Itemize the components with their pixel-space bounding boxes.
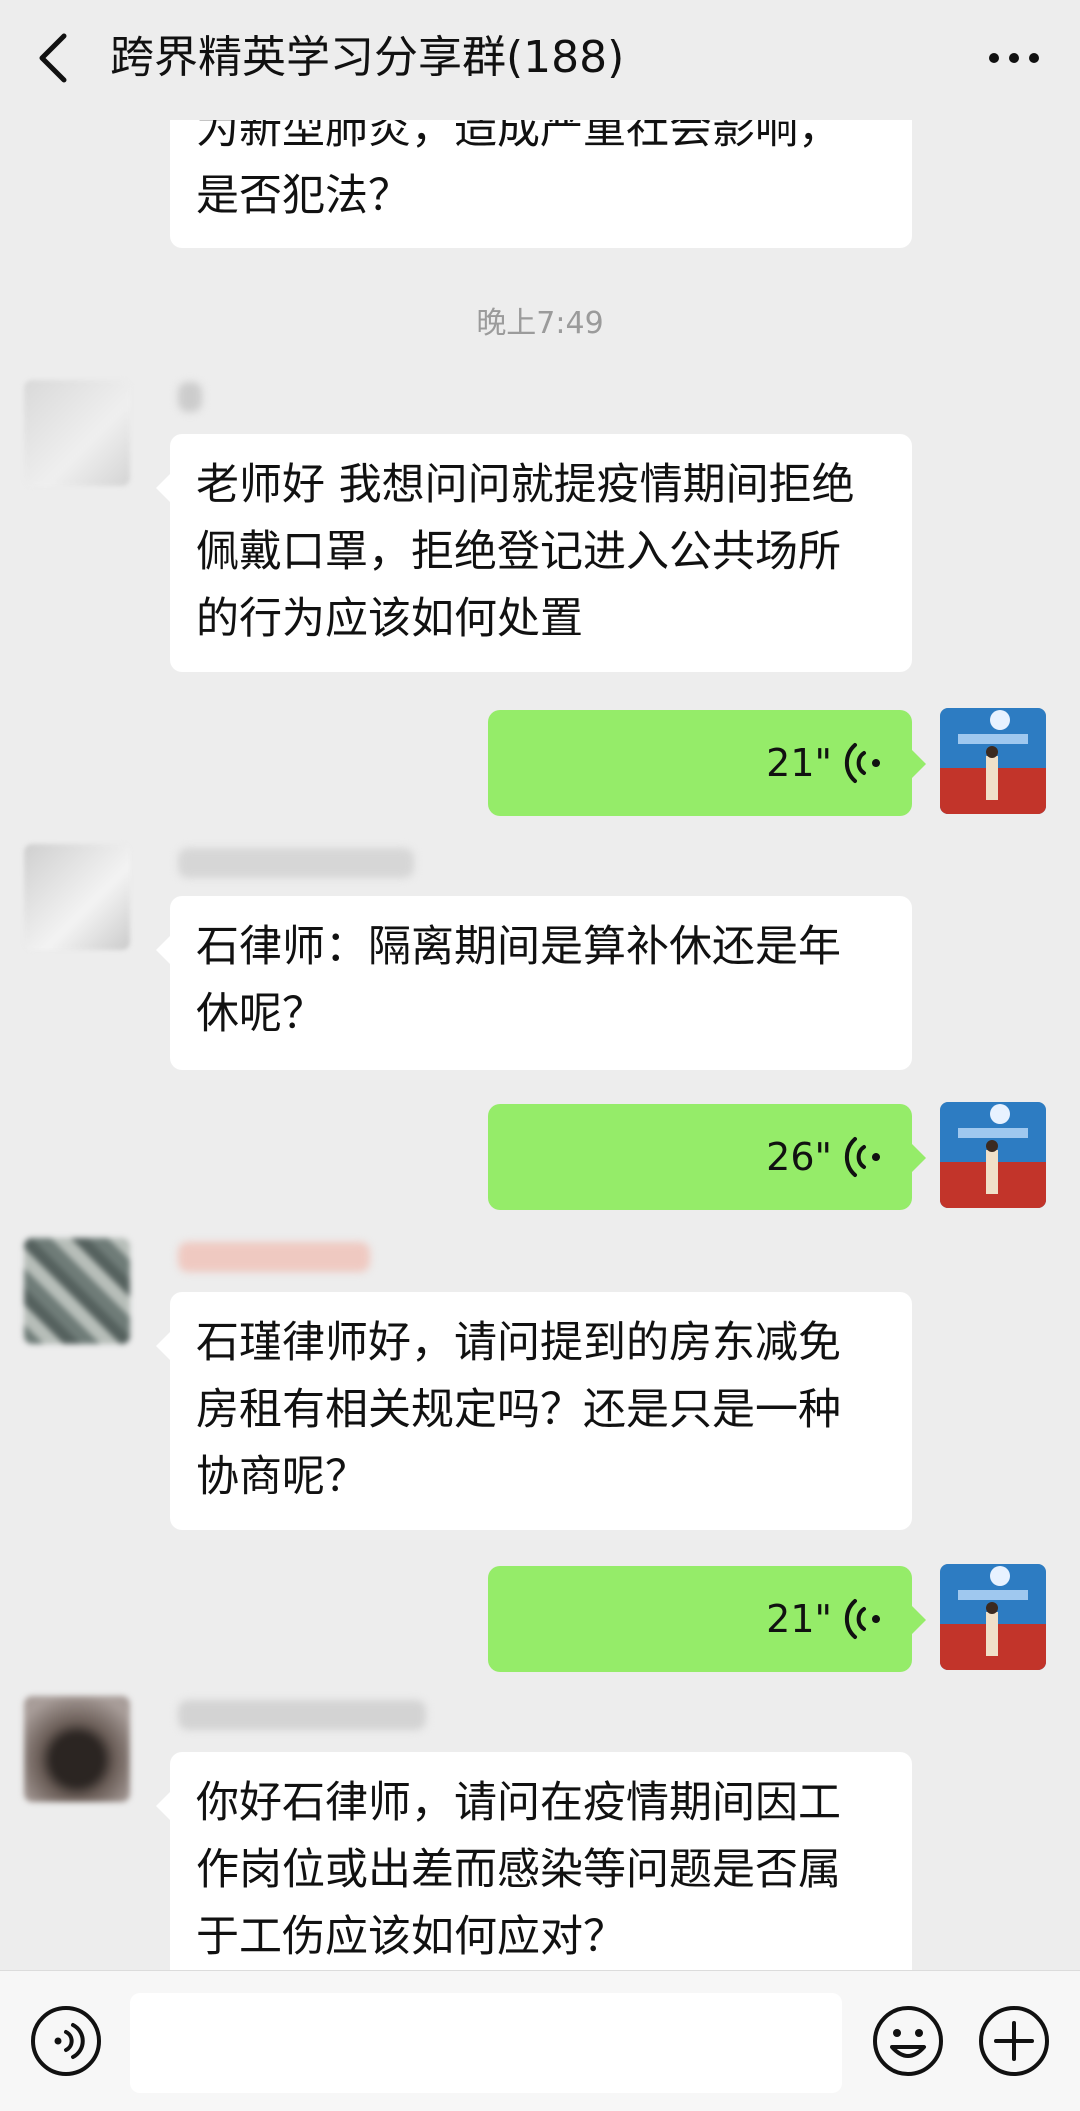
chevron-left-icon: [39, 33, 67, 83]
avatar-photo-icon: [940, 708, 1046, 814]
sender-nickname: [178, 1700, 426, 1730]
message-line: 作岗位或出差而感染等问题是否属: [196, 1845, 841, 1895]
message-list[interactable]: 为新型肺炎，造成严重社会影响， 是否犯法？ 晚上7:49 老师好 我想问问就提疫…: [0, 120, 1080, 1970]
bubble-tail: [156, 1332, 170, 1360]
voice-wave-icon: [844, 743, 880, 783]
message-line: 是否犯法？: [196, 171, 411, 221]
avatar[interactable]: [24, 1696, 130, 1802]
self-avatar[interactable]: [940, 1102, 1046, 1208]
plus-icon: [979, 2006, 1049, 2076]
more-functions-button[interactable]: [976, 2003, 1052, 2079]
message-bubble[interactable]: 石瑾律师好，请问提到的房东减免 房租有相关规定吗？还是只是一种 协商呢？: [156, 1292, 912, 1530]
message-line: 你好石律师，请问在疫情期间因工: [196, 1778, 841, 1828]
message-input[interactable]: [130, 1993, 842, 2093]
message-line: 佩戴口罩，拒绝登记进入公共场所: [196, 527, 841, 577]
message-line: 于工伤应该如何应对？: [196, 1912, 626, 1962]
message-bubble[interactable]: 石律师：隔离期间是算补休还是年 休呢？: [156, 896, 912, 1070]
message-line: 石瑾律师好，请问提到的房东减免: [196, 1318, 841, 1368]
chat-header: 跨界精英学习分享群(188): [0, 0, 1080, 120]
avatar[interactable]: [24, 844, 130, 950]
message-line: 房租有相关规定吗？还是只是一种: [196, 1385, 841, 1435]
sender-nickname: [178, 848, 414, 878]
message-line: 为新型肺炎，造成严重社会影响，: [196, 120, 841, 154]
self-avatar[interactable]: [940, 708, 1046, 814]
voice-duration: 21": [766, 1597, 832, 1641]
chat-title: 跨界精英学习分享群(188): [110, 32, 625, 83]
message-line: 休呢？: [196, 989, 325, 1039]
avatar-photo-icon: [940, 1102, 1046, 1208]
bubble-tail: [912, 750, 926, 778]
message-timestamp: 晚上7:49: [476, 306, 604, 341]
voice-wave-icon: [844, 1137, 880, 1177]
sender-nickname: [178, 1242, 370, 1272]
voice-message[interactable]: 21": [488, 1566, 926, 1672]
chat-input-bar: [0, 1970, 1080, 2111]
back-button[interactable]: [30, 30, 80, 86]
message-line: 协商呢？: [196, 1452, 368, 1502]
voice-wave-icon: [844, 1599, 880, 1639]
voice-message[interactable]: 21": [488, 710, 926, 816]
voice-duration: 26": [766, 1135, 832, 1179]
bubble-tail: [156, 936, 170, 964]
self-avatar[interactable]: [940, 1564, 1046, 1670]
message-bubble[interactable]: 为新型肺炎，造成严重社会影响， 是否犯法？: [170, 120, 912, 248]
bubble-tail: [156, 474, 170, 502]
bubble-tail: [156, 1792, 170, 1820]
avatar[interactable]: [24, 1238, 130, 1344]
voice-message[interactable]: 26": [488, 1104, 926, 1210]
more-button[interactable]: [984, 36, 1044, 80]
avatar-photo-icon: [940, 1564, 1046, 1670]
bubble-tail: [912, 1606, 926, 1634]
bubble-tail: [912, 1144, 926, 1172]
voice-input-icon: [31, 2006, 101, 2076]
message-bubble[interactable]: 老师好 我想问问就提疫情期间拒绝 佩戴口罩，拒绝登记进入公共场所 的行为应该如何…: [156, 434, 912, 672]
voice-duration: 21": [766, 741, 832, 785]
emoji-button[interactable]: [870, 2003, 946, 2079]
sender-nickname: [178, 382, 202, 412]
message-line: 的行为应该如何处置: [196, 594, 583, 644]
message-line: 老师好 我想问问就提疫情期间拒绝: [196, 460, 855, 510]
message-bubble[interactable]: 你好石律师，请问在疫情期间因工 作岗位或出差而感染等问题是否属 于工伤应该如何应…: [156, 1752, 912, 1970]
avatar[interactable]: [24, 380, 130, 486]
voice-input-button[interactable]: [28, 2003, 104, 2079]
message-line: 石律师：隔离期间是算补休还是年: [196, 922, 841, 972]
more-dots-icon: [989, 53, 1039, 63]
emoji-icon: [873, 2006, 943, 2076]
